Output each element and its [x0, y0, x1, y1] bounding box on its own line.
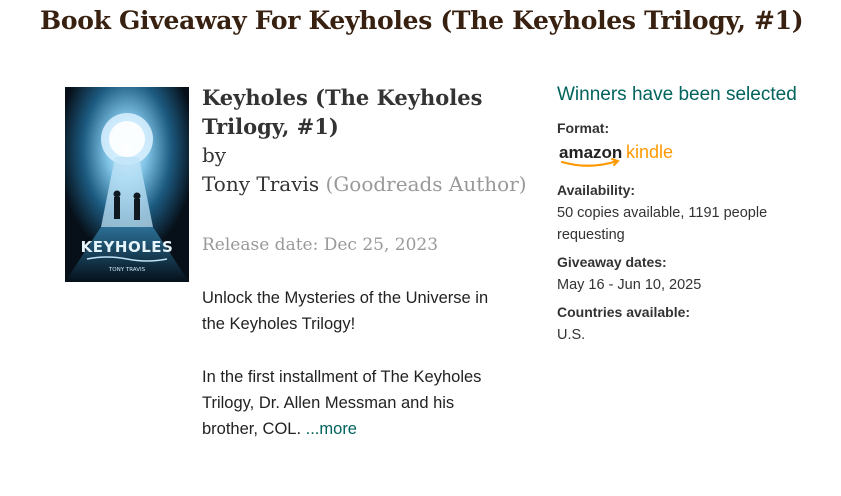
book-title-link[interactable]: Keyholes (The Keyholes Trilogy, #1) [202, 83, 532, 141]
giveaway-dates-value: May 16 - Jun 10, 2025 [557, 277, 702, 293]
book-info: Keyholes (The Keyholes Trilogy, #1) by T… [202, 83, 532, 469]
release-date: Release date: Dec 25, 2023 [202, 235, 439, 255]
more-link[interactable]: ...more [306, 420, 357, 438]
amazon-kindle-logo: amazon kindle [557, 140, 817, 170]
giveaway-details: Winners have been selected Format: amazo… [557, 84, 817, 354]
logo-word-kindle: kindle [626, 142, 673, 162]
author-role: (Goodreads Author) [325, 172, 527, 196]
description-paragraph-1: Unlock the Mysteries of the Universe in … [202, 289, 489, 333]
winners-status: Winners have been selected [557, 84, 797, 105]
description-paragraph-2: In the first installment of The Keyholes… [202, 364, 512, 442]
author-line: Tony Travis (Goodreads Author) [202, 170, 532, 199]
format-label: Format: [557, 120, 610, 136]
page-title: Book Giveaway For Keyholes (The Keyholes… [40, 6, 804, 35]
author-name-link[interactable]: Tony Travis [202, 172, 319, 196]
book-cover-image[interactable]: KEYHOLES TONY TRAVIS [65, 87, 189, 282]
availability-value: 50 copies available, 1191 people request… [557, 205, 768, 243]
book-description: Unlock the Mysteries of the Universe in … [202, 285, 512, 442]
cover-title-text: KEYHOLES [81, 238, 174, 256]
by-label: by [202, 143, 227, 167]
countries-label: Countries available: [557, 304, 691, 320]
cover-author-text: TONY TRAVIS [108, 267, 146, 273]
availability-label: Availability: [557, 182, 636, 198]
countries-value: U.S. [557, 327, 586, 343]
giveaway-dates-label: Giveaway dates: [557, 254, 667, 270]
